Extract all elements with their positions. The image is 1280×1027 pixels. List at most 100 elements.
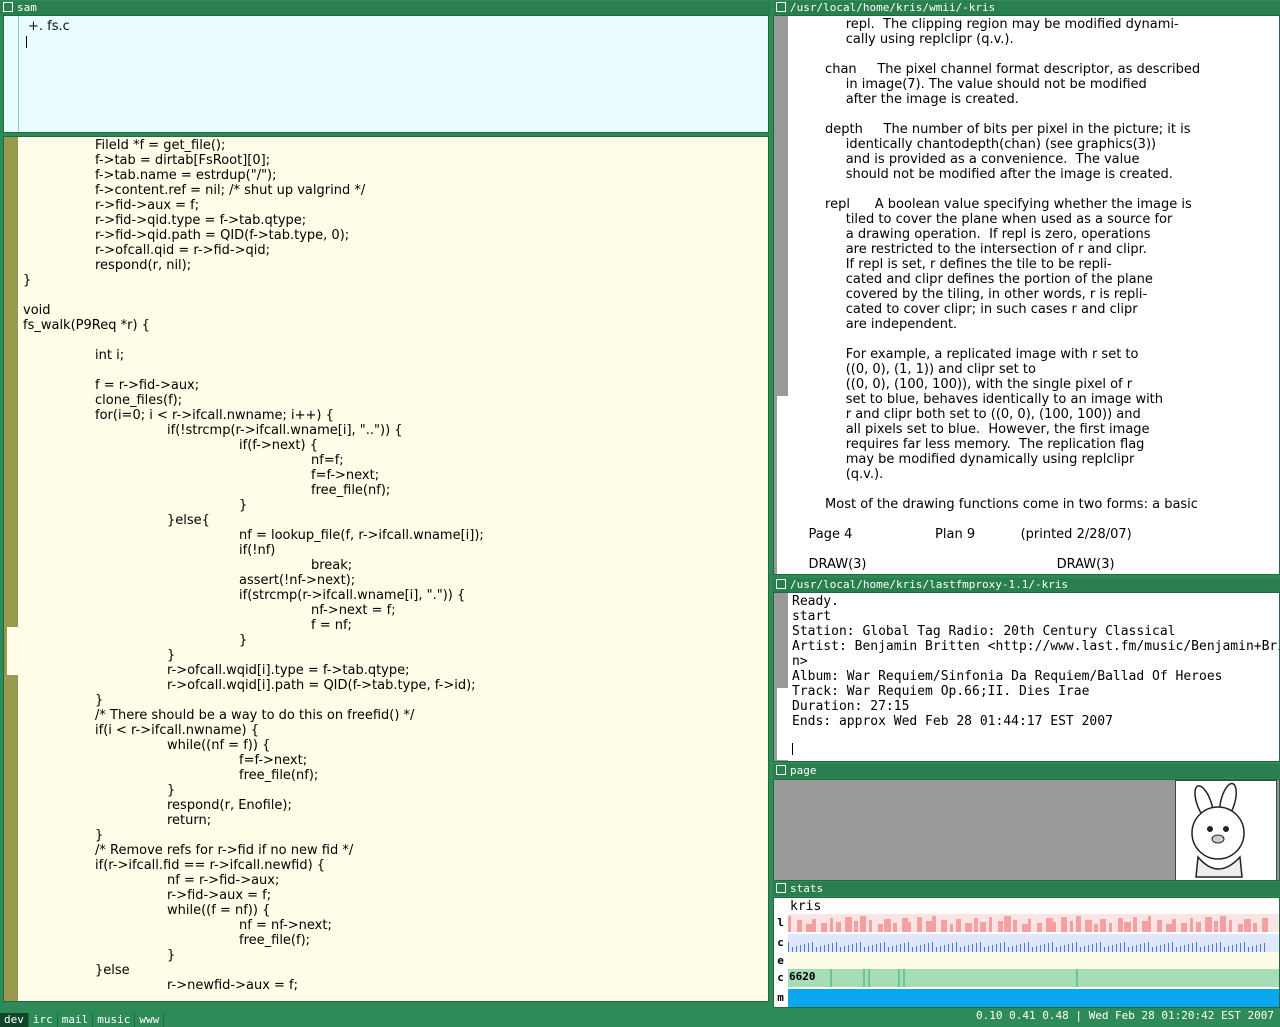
stats-bar [904,943,905,952]
window-tag-box[interactable] [776,883,786,893]
stats-bar [1168,943,1169,952]
stats-bar [872,945,873,952]
man-titlebar[interactable]: /usr/local/home/kris/wmii/-kris [773,1,1280,15]
stats-bar [880,943,881,952]
sam-file-window[interactable]: FileId *f = get_file(); f->tab = dirtab[… [3,136,769,1002]
man-line: ((0, 0), (100, 100)), with the single pi… [792,377,1133,392]
code-line: } [23,948,176,963]
man-line: may be modified dynamically using replcl… [792,452,1135,467]
stats-bar [1238,924,1243,932]
radio-scrollbar[interactable] [774,593,788,761]
man-line: repl. The clipping region may be modifie… [792,17,1179,32]
scrollbar-thumb[interactable] [777,396,788,574]
stats-titlebar[interactable]: stats [773,882,1280,896]
code-line: r->newfid->aux = f; [23,978,299,993]
man-line: depth The number of bits per pixel in th… [792,122,1191,137]
stats-bar [908,942,909,952]
tag-irc[interactable]: irc [29,1013,58,1027]
code-text[interactable]: FileId *f = get_file(); f->tab = dirtab[… [23,138,484,993]
stats-bar [1253,923,1257,932]
scrollbar-thumb[interactable] [7,627,18,675]
page-titlebar[interactable]: page [773,764,1280,778]
stats-bar [1004,916,1011,932]
man-line [792,182,1200,197]
stats-bar [1196,942,1197,952]
radio-line: Ends: approx Wed Feb 28 01:44:17 EST 200… [792,714,1113,729]
stats-bar [932,942,933,952]
stats-bar [1172,919,1176,932]
stats-bar [797,920,802,932]
stats-bar [1028,919,1031,932]
stats-bar [928,943,929,952]
stats-bar [898,969,900,987]
stats-bar [812,919,816,932]
tag-www[interactable]: www [135,1013,165,1027]
stats-bar [1264,943,1265,952]
code-scrollbar[interactable] [4,137,18,1001]
man-line: Most of the drawing functions come in tw… [792,497,1198,512]
man-scrollbar[interactable] [774,16,788,574]
code-line: r->ofcall.wqid[i].type = f->tab.qtype; [23,663,410,678]
stats-bar [1256,945,1257,952]
stats-bar [989,917,992,932]
man-page-text: repl. The clipping region may be modifie… [792,17,1201,572]
stats-bar [1236,944,1237,952]
stats-bar [863,969,865,987]
man-page-window[interactable]: repl. The clipping region may be modifie… [773,15,1280,575]
stats-graph [788,934,1279,952]
sam-command-window[interactable]: +. fs.c [3,15,769,133]
tag-dev[interactable]: dev [0,1013,29,1027]
stats-bar [854,921,858,932]
page-window[interactable] [773,779,1280,881]
stats-bar [1044,944,1045,952]
sam-titlebar[interactable]: sam [0,1,771,15]
radio-line: Station: Global Tag Radio: 20th Century … [792,624,1176,639]
stats-bar [1076,942,1077,952]
stats-graph [788,914,1279,932]
man-line: are restricted to the intersection of r … [792,242,1147,257]
stats-bar [856,943,857,952]
stats-bar [860,942,861,952]
radio-terminal-window[interactable]: Ready. start Station: Global Tag Radio: 20… [773,592,1280,762]
stats-row: l [774,914,1279,932]
man-line: For example, a replicated image with r s… [792,347,1139,362]
code-line: if(f->next) { [23,438,318,453]
window-tag-box[interactable] [776,579,786,589]
stats-bar [944,945,945,952]
tag-mail[interactable]: mail [58,1013,94,1027]
man-line: a drawing operation. If repl is zero, op… [792,227,1151,242]
stats-bar [1260,944,1261,952]
scrollbar-thumb[interactable] [777,688,788,760]
stats-bar [924,944,925,952]
man-line: and is provided as a convenience. The va… [792,152,1140,167]
stats-row-label: e [775,953,786,968]
stats-bar [1157,920,1162,932]
window-tag-box[interactable] [776,765,786,775]
stats-bar [1148,916,1151,932]
code-line: return; [23,813,212,828]
sam-command-text[interactable]: +. fs.c [28,19,70,34]
command-scrollbar[interactable] [4,16,19,132]
stats-bar [1072,943,1073,952]
stats-bar [830,918,833,932]
window-tag-box[interactable] [776,2,786,12]
man-line [792,482,1200,497]
man-line: identically chantodepth(chan) (see graph… [792,137,1157,152]
stats-bar [1140,944,1141,952]
text-cursor [792,743,793,755]
code-line: clone_files(f); [23,393,183,408]
window-tag-box[interactable] [3,2,13,12]
code-line: nf = r->fid->aux; [23,873,280,888]
tag-music[interactable]: music [93,1013,136,1027]
stats-bar [828,944,829,952]
man-line: cated and clipr defines the portion of t… [792,272,1153,287]
stats-bar [896,945,897,952]
stats-row-label: m [775,990,786,1005]
stats-bar [1172,942,1173,952]
stats-window[interactable]: kris l c e c 6620 m [773,897,1280,1008]
code-line: /* Remove refs for r->fid if no new fid … [23,843,354,858]
man-line [792,107,1200,122]
code-line: } [23,498,248,513]
radio-titlebar[interactable]: /usr/local/home/kris/lastfmproxy-1.1/-kr… [773,578,1280,592]
stats-row-label: l [775,915,786,930]
